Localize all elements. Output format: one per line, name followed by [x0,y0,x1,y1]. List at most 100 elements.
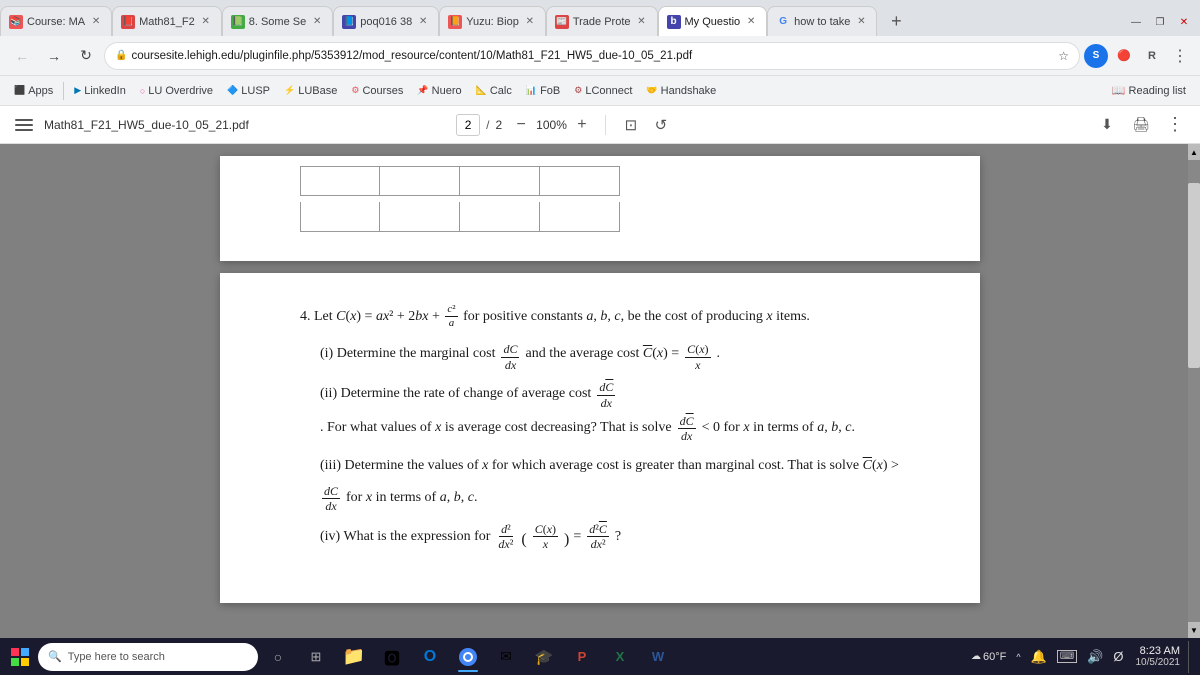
taskbar-outlook[interactable]: O [412,640,448,674]
taskbar-clock[interactable]: 8:23 AM 10/5/2021 [1130,645,1187,668]
taskbar-grad[interactable]: 🎓 [526,640,562,674]
back-button[interactable]: ← [8,42,36,70]
frac-dcbar-dx-den: dx [599,396,614,410]
taskbar-office[interactable]: 🅾 [374,640,410,674]
menu-button[interactable]: ⋮ [1168,44,1192,68]
bookmark-lusp-label: LUSP [241,85,270,97]
frac-d2dx2-den: dx² [496,537,515,551]
pdf-rotate-button[interactable]: ↺ [648,112,674,138]
bookmark-courses[interactable]: ⚙ Courses [345,83,409,99]
minimize-button[interactable]: — [1126,12,1146,32]
pdf-zoom-out-button[interactable]: − [510,114,532,136]
taskbar-keyboard[interactable]: ⌨ [1053,648,1081,665]
taskbar-notification-bell[interactable]: 🔔 [1027,647,1051,667]
taskbar-file-explorer[interactable]: 📁 [336,640,372,674]
pdf-zoom-controls: − 100% + [510,114,593,136]
tab-math81[interactable]: 📕 Math81_F2 ✕ [112,6,222,36]
bookmark-luoverdrive[interactable]: ○ LU Overdrive [134,83,219,99]
tab-myq-favicon: b [667,15,681,29]
bookmark-nuero[interactable]: 📌 Nuero [411,83,467,99]
taskbar-mail[interactable]: ✉ [488,640,524,674]
pdf-print-button[interactable]: 🖨 [1128,112,1154,138]
taskbar-word[interactable]: W [640,640,676,674]
ext-icon-1[interactable]: 🔴 [1112,44,1136,68]
tab-math81-close[interactable]: ✕ [199,15,213,29]
taskbar-search-bar[interactable]: 🔍 Type here to search [38,643,258,671]
taskbar-weather[interactable]: ☁ 60°F [967,649,1010,665]
scrollbar-down[interactable]: ▼ [1188,622,1200,638]
taskbar-excel[interactable]: X [602,640,638,674]
new-tab-button[interactable]: + [881,6,911,36]
bookmark-handshake[interactable]: 🤝 Handshake [640,83,722,99]
pdf-menu-icon[interactable] [12,113,36,137]
tab-myq-close[interactable]: ✕ [744,15,758,29]
bookmark-lubase[interactable]: ⚡ LUBase [278,83,343,99]
scrollbar-up[interactable]: ▲ [1188,144,1200,160]
linkedin-favicon: ▶ [74,85,81,96]
frac-d2dx2: d² dx² [496,522,515,552]
menu-line-1 [15,119,33,121]
bookmark-star-icon[interactable]: ☆ [1058,49,1069,63]
taskbar-network[interactable]: Ø [1109,647,1127,666]
taskbar-cortana[interactable]: ○ [260,640,296,674]
chevron-up-icon: ^ [1016,652,1020,662]
bookmark-lconnect[interactable]: ⚙ LConnect [568,83,638,99]
tab-course[interactable]: 📚 Course: MA ✕ [0,6,112,36]
part-iv-eq: = [573,522,581,553]
tab-8some-favicon: 📗 [231,15,245,29]
tab-trade[interactable]: 📰 Trade Prote ✕ [546,6,658,36]
pdf-current-page-input[interactable] [456,114,480,136]
tab-poq-close[interactable]: ✕ [416,15,430,29]
courses-favicon: ⚙ [351,85,359,96]
pdf-area-wrapper: 4. Let C(x) = ax² + 2bx + c² a for posit… [0,144,1200,638]
taskbar-taskview[interactable]: ⊞ [298,640,334,674]
tab-poq[interactable]: 📘 poq016 38 ✕ [333,6,439,36]
pdf-more-button[interactable]: ⋮ [1162,112,1188,138]
reading-list[interactable]: 📖 Reading list [1106,82,1192,99]
address-text: coursesite.lehigh.edu/pluginfile.php/535… [131,50,1050,62]
tab-myq[interactable]: b My Questio ✕ [658,6,768,36]
weather-temp: 60°F [983,651,1006,663]
taskbar-powerpoint[interactable]: P [564,640,600,674]
forward-button[interactable]: → [40,42,68,70]
tab-8some-close[interactable]: ✕ [310,15,324,29]
taskbar-chrome[interactable] [450,640,486,674]
tab-howtotake[interactable]: G how to take ✕ [767,6,877,36]
pdf-zoom-in-button[interactable]: + [571,114,593,136]
tab-howtotake-close[interactable]: ✕ [854,15,868,29]
maximize-button[interactable]: ❐ [1150,12,1170,32]
bookmark-nuero-label: Nuero [432,85,462,97]
pdf-fit-button[interactable]: ⊡ [618,112,644,138]
pdf-scrollbar[interactable]: ▲ ▼ [1188,144,1200,638]
ext-icon-r[interactable]: R [1140,44,1164,68]
pdf-content[interactable]: 4. Let C(x) = ax² + 2bx + c² a for posit… [0,144,1200,638]
part-i-label: (i) Determine the marginal cost [320,342,495,366]
frac-d2cbar-dx2-num: d²C [587,522,609,537]
tab-8some[interactable]: 📗 8. Some Se ✕ [222,6,333,36]
tab-yuzu-close[interactable]: ✕ [523,15,537,29]
close-button[interactable]: ✕ [1174,12,1194,32]
frac-d2cbar-dx2: d²C dx² [587,522,609,552]
refresh-button[interactable]: ↻ [72,42,100,70]
bookmark-lusp[interactable]: 🔷 LUSP [221,83,276,99]
taskbar-notification-area[interactable] [1188,641,1196,673]
scrollbar-thumb[interactable] [1188,183,1200,368]
tab-yuzu-label: Yuzu: Biop [466,16,519,28]
bookmark-linkedin-label: LinkedIn [84,85,126,97]
profile-icon[interactable]: S [1084,44,1108,68]
bookmark-fob[interactable]: 📊 FoB [520,83,566,99]
tab-course-close[interactable]: ✕ [89,15,103,29]
bookmark-apps[interactable]: ⬛ Apps [8,83,59,99]
tab-trade-close[interactable]: ✕ [635,15,649,29]
pdf-download-button[interactable]: ⬇ [1094,112,1120,138]
bookmark-calc[interactable]: 📐 Calc [470,83,518,99]
bookmark-linkedin[interactable]: ▶ LinkedIn [68,83,132,99]
frac-cx-x-iv-num: C(x) [533,522,558,537]
taskbar-volume[interactable]: 🔊 [1083,647,1107,667]
part-iv-paren-open: ( [521,522,526,557]
address-bar[interactable]: 🔒 coursesite.lehigh.edu/pluginfile.php/5… [104,42,1080,70]
tab-yuzu[interactable]: 📙 Yuzu: Biop ✕ [439,6,546,36]
network-icon: Ø [1113,649,1123,664]
start-button[interactable] [4,641,36,673]
taskbar-chevron[interactable]: ^ [1012,650,1024,664]
